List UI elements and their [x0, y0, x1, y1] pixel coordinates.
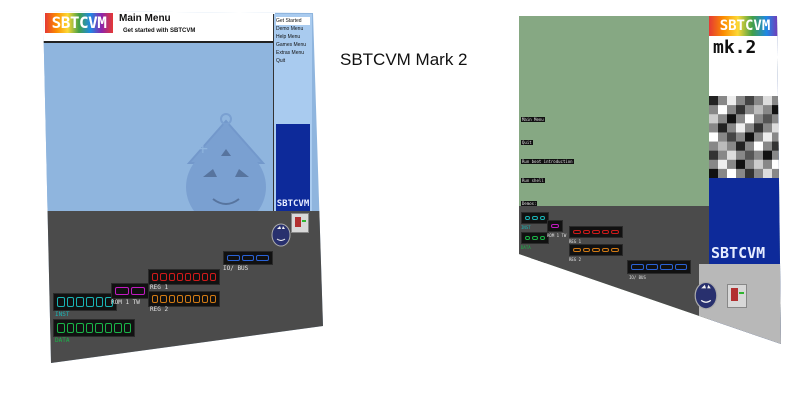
page-caption: SBTCVM Mark 2 — [340, 50, 468, 69]
register-reg2-label: REG 2 — [150, 306, 169, 313]
menu-item-games[interactable]: Games Menu — [276, 41, 310, 49]
sidebar-brand-text: SBTCVM — [711, 244, 766, 262]
text-line: Main Menu — [521, 117, 545, 122]
register-data — [521, 232, 549, 244]
register-iobus — [627, 260, 691, 274]
menu-item-get-started[interactable]: Get Started — [276, 17, 310, 25]
register-data — [53, 319, 135, 337]
menu-subtitle: Get started with SBTCVM — [123, 28, 196, 34]
text-line[interactable]: Run boot introduction — [521, 159, 574, 164]
cat-badge-icon — [694, 281, 718, 310]
main-display: + - — [43, 43, 275, 227]
register-iobus-label: IO/ BUS — [629, 275, 646, 280]
render-stage: SBTCVM Mark 2 SBTCVM Main Menu Get start… — [0, 0, 800, 400]
register-inst-label: INST — [521, 225, 531, 230]
main-menu-sidebar: Get Started Demo Menu Help Menu Games Me… — [273, 14, 312, 216]
left-screen: SBTCVM Main Menu Get started with SBTCVM… — [43, 11, 323, 363]
device-slot-icon — [291, 213, 309, 233]
register-rom-label: ROM 1 TW — [547, 233, 567, 238]
menu-list: Get Started Demo Menu Help Menu Games Me… — [276, 17, 310, 65]
register-inst — [53, 293, 117, 311]
sidebar-logo-text: SBTCVM — [276, 199, 310, 209]
menu-item-extras[interactable]: Extras Menu — [276, 49, 310, 57]
sidebar-logo-panel: SBTCVM — [276, 124, 310, 214]
register-rom — [547, 220, 563, 232]
register-rom-label: ROM 1 TW — [111, 299, 140, 306]
title-bar: SBTCVM Main Menu Get started with SBTCVM — [43, 11, 275, 43]
sbtcvm-logo: SBTCVM — [45, 13, 113, 33]
noise-pattern-icon — [709, 96, 781, 178]
menu-item-demo[interactable]: Demo Menu — [276, 25, 310, 33]
register-inst-label: INST — [55, 311, 70, 318]
register-iobus — [223, 251, 273, 265]
sbtcvm-logo: SBTCVM — [709, 16, 781, 36]
text-line[interactable]: Run pi-digits demo — [521, 277, 567, 282]
register-reg1 — [569, 226, 623, 238]
svg-text:+: + — [197, 141, 209, 157]
device-panel — [694, 264, 781, 344]
register-reg2 — [569, 244, 623, 256]
device-slot-icon — [727, 284, 747, 308]
register-rom — [111, 283, 149, 299]
cat-badge-icon — [271, 223, 291, 247]
register-inst — [521, 212, 549, 224]
register-data-label: DATA — [521, 245, 531, 250]
text-line[interactable]: Run tests — [521, 319, 545, 324]
text-line[interactable]: Run shell — [521, 178, 545, 183]
register-reg1 — [148, 269, 220, 285]
register-reg2 — [148, 291, 220, 307]
register-data-label: DATA — [55, 337, 70, 344]
right-screen: Main Menu Quit Run boot introduction Run… — [519, 16, 781, 344]
menu-title: Main Menu — [119, 13, 171, 24]
register-panel: INST DATA ROM 1 TW REG 1 REG 2 IO/ BUS — [43, 211, 323, 363]
mark-label: mk.2 — [709, 36, 781, 96]
svg-text:-: - — [247, 136, 251, 150]
text-line[interactable]: Quit — [521, 140, 533, 145]
menu-item-quit[interactable]: Quit — [276, 57, 310, 65]
menu-item-help[interactable]: Help Menu — [276, 33, 310, 41]
register-panel: INST DATA ROM 1 TW REG 1 REG 2 IO/ BUS — [519, 206, 709, 344]
text-line[interactable]: Run fibonacci sequence — [521, 296, 576, 301]
register-reg1-label: REG 1 — [150, 284, 169, 291]
register-iobus-label: IO/ BUS — [223, 265, 249, 272]
register-reg2-label: REG 2 — [569, 257, 582, 262]
